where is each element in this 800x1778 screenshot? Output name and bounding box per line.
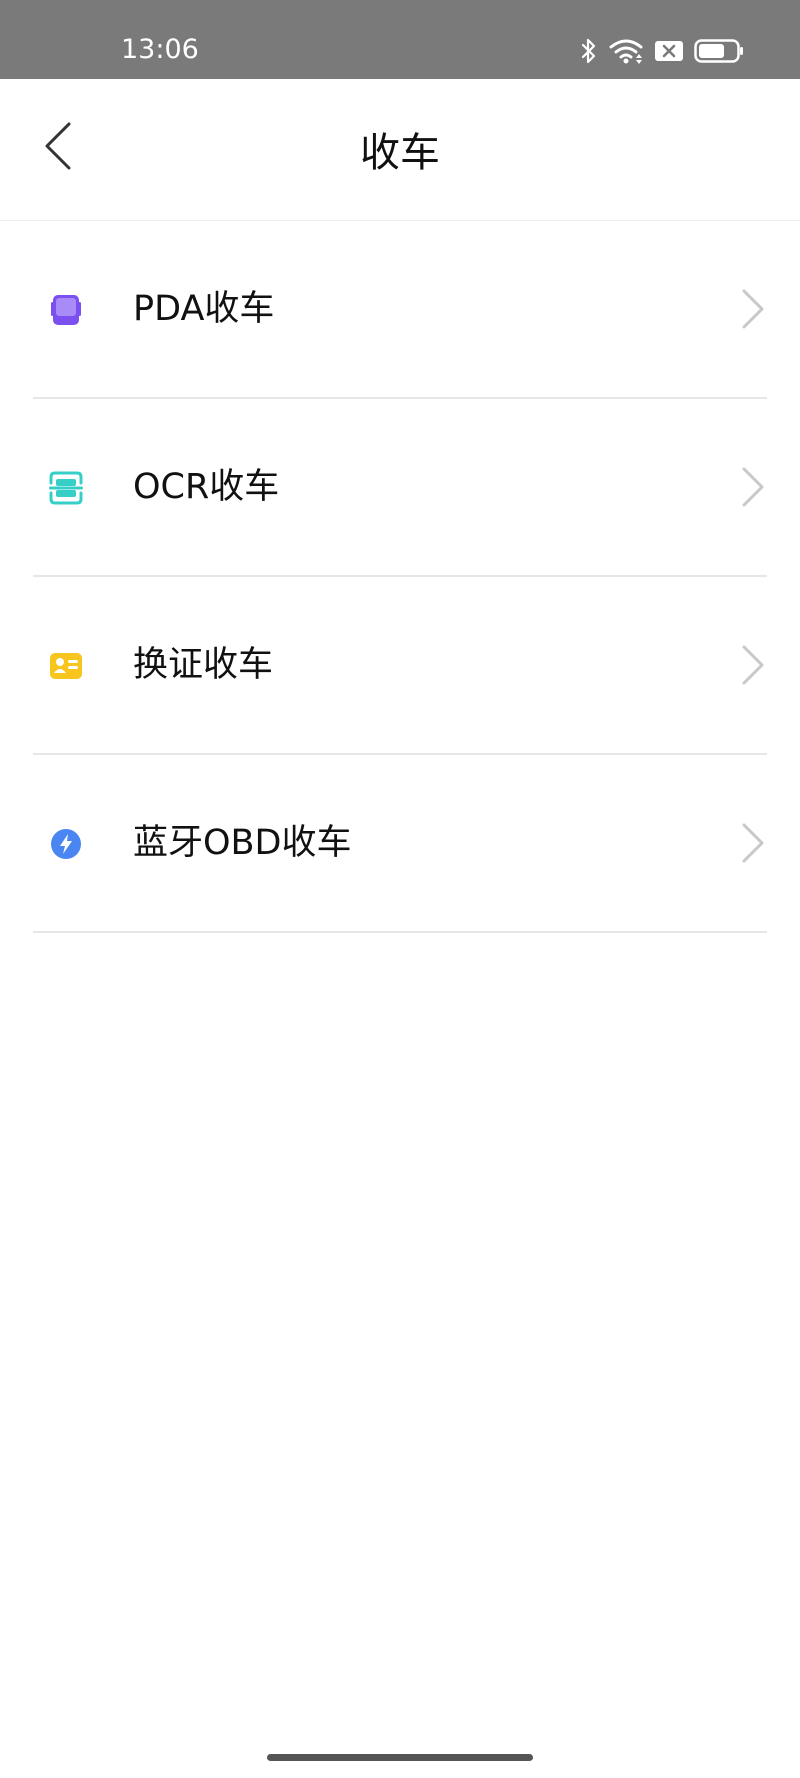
wifi-icon [608, 37, 644, 65]
menu-item-label: 换证收车 [133, 645, 274, 685]
chevron-right-icon [739, 641, 767, 689]
menu-item-pda[interactable]: PDA收车 [33, 221, 767, 399]
chevron-right-icon [739, 285, 767, 333]
chevron-right-icon [739, 819, 767, 867]
menu-item-label: 蓝牙OBD收车 [133, 823, 352, 863]
chevron-right-icon [739, 463, 767, 511]
id-card-icon [33, 633, 99, 699]
battery-icon [694, 38, 744, 64]
menu-item-license[interactable]: 换证收车 [33, 577, 767, 755]
lightning-icon [33, 811, 99, 877]
home-indicator[interactable] [267, 1754, 533, 1761]
nav-bar: 收车 [0, 79, 800, 221]
pda-device-icon [33, 277, 99, 343]
menu-item-obd[interactable]: 蓝牙OBD收车 [33, 755, 767, 933]
status-icons [580, 36, 744, 66]
menu-list: PDA收车 OCR收车 换证收车 蓝牙OBD收车 [33, 221, 767, 933]
ocr-scan-icon [33, 455, 99, 521]
page-title: 收车 [360, 130, 440, 176]
sim-disabled-icon [654, 39, 684, 63]
bluetooth-icon [580, 37, 598, 65]
menu-item-label: OCR收车 [133, 467, 280, 507]
menu-item-label: PDA收车 [133, 289, 275, 329]
status-bar: 13:06 [0, 0, 800, 79]
status-time: 13:06 [121, 34, 199, 65]
menu-item-ocr[interactable]: OCR收车 [33, 399, 767, 577]
